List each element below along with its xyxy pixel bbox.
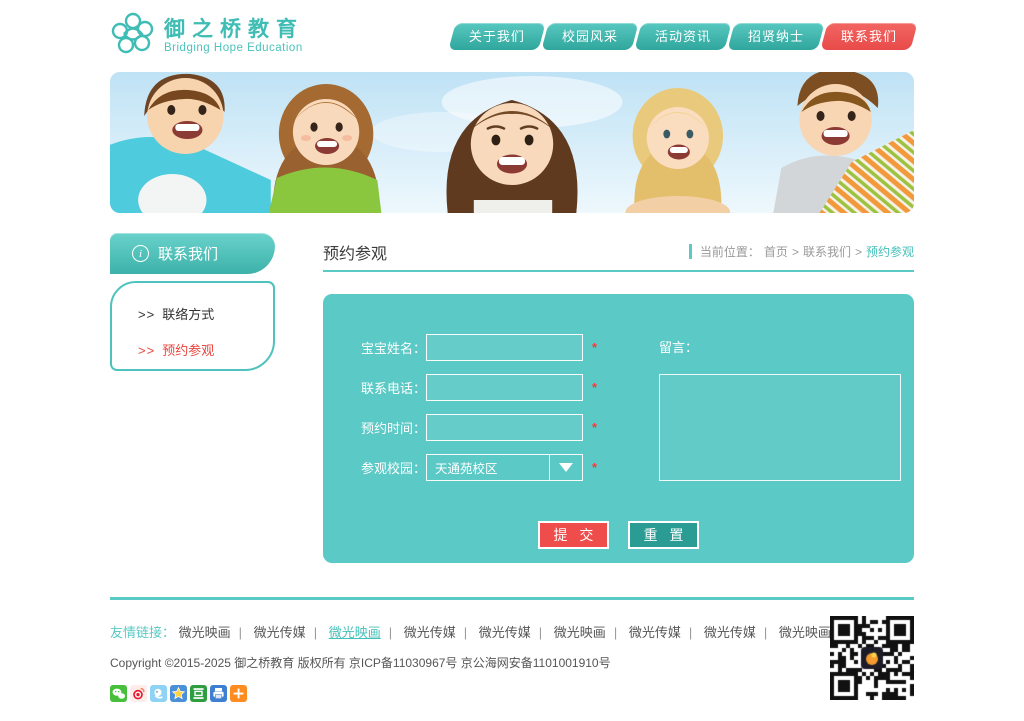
friend-link[interactable]: 微光传媒 — [479, 625, 531, 640]
qzone-icon[interactable] — [170, 685, 187, 702]
friend-link[interactable]: 微光映画 — [779, 625, 831, 640]
visit-time-label: 预约时间： — [361, 418, 426, 437]
select-dropdown-button[interactable] — [549, 455, 582, 480]
friend-links-label: 友情链接： — [110, 625, 175, 640]
required-asterisk: * — [592, 460, 597, 475]
main-content: 预约参观 当前位置： 首页 > 联系我们 > 预约参观 宝宝姓名： * — [323, 233, 914, 563]
hero-banner-image — [110, 72, 914, 213]
sidebar-menu: >>联络方式 >>预约参观 — [110, 281, 275, 371]
baby-name-label: 宝宝姓名： — [361, 338, 426, 357]
nav-item-jobs[interactable]: 招贤纳士 — [731, 23, 821, 50]
friend-links: 友情链接： 微光映画| 微光传媒| 微光映画| 微光传媒| 微光传媒| 微光映画… — [110, 622, 914, 641]
nav-item-about[interactable]: 关于我们 — [452, 23, 542, 50]
copyright-text: Copyright ©2015-2025 御之桥教育 版权所有 京ICP备110… — [110, 654, 914, 671]
phone-label: 联系电话： — [361, 378, 426, 397]
friend-link[interactable]: 微光传媒 — [629, 625, 681, 640]
breadcrumb-current: 预约参观 — [866, 243, 914, 260]
brand-title: 御之桥教育 — [164, 18, 304, 42]
sidebar-title: i 联系我们 — [110, 233, 275, 274]
friend-link[interactable]: 微光传媒 — [704, 625, 756, 640]
chevron-down-icon — [559, 463, 573, 472]
phone-input[interactable] — [426, 374, 583, 401]
breadcrumb-section-link[interactable]: 联系我们 — [803, 243, 851, 260]
sidebar: i 联系我们 >>联络方式 >>预约参观 — [110, 233, 275, 371]
campus-select[interactable]: 天通苑校区 — [426, 454, 583, 481]
required-asterisk: * — [592, 380, 597, 395]
nav-item-campus[interactable]: 校园风采 — [545, 23, 635, 50]
required-asterisk: * — [592, 420, 597, 435]
visit-time-input[interactable] — [426, 414, 583, 441]
douban-icon[interactable] — [190, 685, 207, 702]
friend-link[interactable]: 微光传媒 — [404, 625, 456, 640]
site-header: 御之桥教育 Bridging Hope Education 关于我们 校园风采 … — [110, 0, 914, 72]
campus-selected-value: 天通苑校区 — [427, 458, 498, 477]
wechat-icon[interactable] — [110, 685, 127, 702]
nav-item-contact[interactable]: 联系我们 — [824, 23, 914, 50]
friend-link-highlighted[interactable]: 微光映画 — [329, 625, 381, 640]
baby-name-input[interactable] — [426, 334, 583, 361]
sidebar-item-visit-booking[interactable]: >>预约参观 — [138, 340, 273, 359]
page-title: 预约参观 — [323, 240, 387, 264]
more-share-icon[interactable] — [230, 685, 247, 702]
info-icon: i — [132, 245, 149, 262]
required-asterisk: * — [592, 340, 597, 355]
breadcrumb-home-link[interactable]: 首页 — [764, 243, 788, 260]
brand-tagline: Bridging Hope Education — [164, 42, 304, 54]
print-icon[interactable] — [210, 685, 227, 702]
breadcrumb-accent-bar — [689, 244, 692, 259]
booking-form: 宝宝姓名： * 联系电话： * 预约时间： * — [323, 294, 914, 563]
reset-button[interactable]: 重 置 — [628, 521, 699, 549]
nav-item-news[interactable]: 活动资讯 — [638, 23, 728, 50]
logo-flower-icon — [110, 11, 156, 62]
main-nav: 关于我们 校园风采 活动资讯 招贤纳士 联系我们 — [449, 23, 914, 50]
qr-code — [830, 616, 914, 700]
share-bar — [110, 685, 914, 702]
message-label: 留言： — [659, 334, 901, 361]
site-footer: 友情链接： 微光映画| 微光传媒| 微光映画| 微光传媒| 微光传媒| 微光映画… — [110, 600, 914, 720]
submit-button[interactable]: 提 交 — [538, 521, 609, 549]
weibo-icon[interactable] — [130, 685, 147, 702]
campus-label: 参观校园： — [361, 458, 426, 477]
friend-link[interactable]: 微光传媒 — [254, 625, 306, 640]
friend-link[interactable]: 微光映画 — [179, 625, 231, 640]
breadcrumb: 当前位置： 首页 > 联系我们 > 预约参观 — [689, 243, 914, 260]
message-textarea[interactable] — [659, 374, 901, 481]
sidebar-item-contact-info[interactable]: >>联络方式 — [138, 304, 273, 323]
friend-link[interactable]: 微光映画 — [554, 625, 606, 640]
site-logo[interactable]: 御之桥教育 Bridging Hope Education — [110, 11, 304, 62]
tencent-weibo-icon[interactable] — [150, 685, 167, 702]
